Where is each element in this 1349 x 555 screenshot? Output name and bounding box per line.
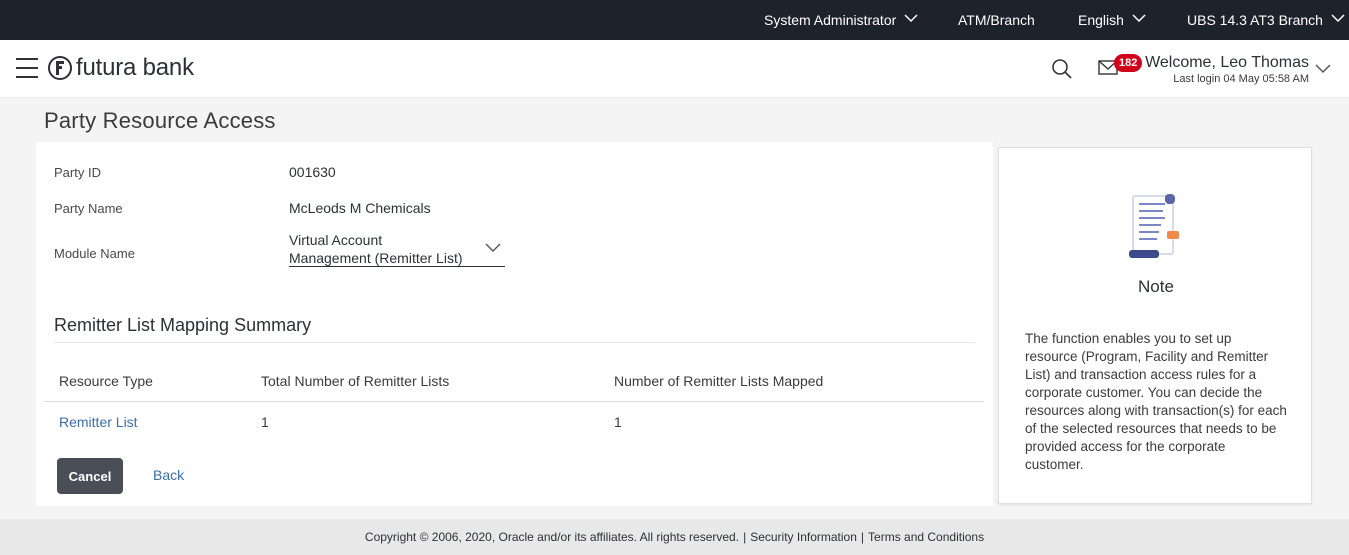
module-name-line2: Management (Remitter List) (289, 250, 463, 266)
search-icon[interactable] (1051, 58, 1073, 80)
separator: | (743, 530, 747, 544)
chevron-down-icon (485, 239, 501, 253)
chevron-down-icon (1331, 13, 1345, 27)
top-bar: System Administrator ATM/Branch English … (0, 0, 1349, 40)
back-link[interactable]: Back (153, 467, 184, 483)
module-name-select[interactable]: Virtual Account Management (Remitter Lis… (289, 231, 505, 267)
page-title: Party Resource Access (44, 108, 276, 133)
chevron-down-icon (904, 13, 918, 27)
footer: Copyright © 2006, 2020, Oracle and/or it… (0, 519, 1349, 555)
divider (54, 342, 975, 343)
module-name-label: Module Name (54, 246, 135, 261)
chevron-down-icon (1132, 13, 1146, 27)
logo[interactable]: futura bank (48, 54, 194, 82)
cancel-button[interactable]: Cancel (57, 458, 123, 494)
role-label: System Administrator (764, 12, 897, 28)
atm-branch-link[interactable]: ATM/Branch (958, 0, 1035, 40)
column-header-resource-type: Resource Type (59, 373, 153, 389)
futura-bank-logo-icon (48, 55, 72, 81)
copyright-text: Copyright © 2006, 2020, Oracle and/or it… (364, 530, 740, 544)
note-title: Note (1138, 277, 1174, 296)
party-name-value: McLeods M Chemicals (289, 200, 431, 216)
branch-label: UBS 14.3 AT3 Branch (1187, 12, 1323, 28)
branch-dropdown[interactable]: UBS 14.3 AT3 Branch (1187, 0, 1345, 40)
column-header-mapped: Number of Remitter Lists Mapped (614, 373, 824, 389)
section-title: Remitter List Mapping Summary (54, 315, 312, 335)
language-label: English (1078, 12, 1124, 28)
main-card: Party ID 001630 Party Name McLeods M Che… (36, 142, 993, 506)
logo-text: futura bank (76, 54, 194, 81)
resource-type-link[interactable]: Remitter List (59, 414, 138, 430)
atm-branch-label: ATM/Branch (958, 12, 1035, 28)
mapped-count: 1 (614, 414, 622, 430)
last-login: Last login 04 May 05:58 AM (1173, 73, 1309, 85)
role-dropdown[interactable]: System Administrator (764, 0, 918, 40)
note-panel: Note The function enables you to set up … (998, 147, 1312, 504)
note-text: The function enables you to set up resou… (1025, 331, 1287, 472)
language-dropdown[interactable]: English (1078, 0, 1146, 40)
notification-badge[interactable]: 182 (1114, 54, 1143, 72)
welcome-text: Welcome, Leo Thomas (1145, 54, 1309, 71)
terms-conditions-link[interactable]: Terms and Conditions (868, 530, 984, 544)
party-id-label: Party ID (54, 165, 101, 180)
divider (44, 401, 984, 402)
total-count: 1 (261, 414, 269, 430)
app-header: futura bank 182 Welcome, Leo Thomas Last… (0, 40, 1349, 98)
party-name-label: Party Name (54, 201, 123, 216)
user-menu-chevron-down-icon[interactable] (1314, 60, 1332, 78)
column-header-total: Total Number of Remitter Lists (261, 373, 450, 389)
menu-icon[interactable] (16, 58, 38, 78)
security-information-link[interactable]: Security Information (750, 530, 857, 544)
document-illustration-icon (1125, 192, 1185, 262)
module-name-line1: Virtual Account (289, 232, 383, 248)
party-id-value: 001630 (289, 164, 336, 180)
separator: | (860, 530, 865, 544)
user-welcome[interactable]: Welcome, Leo Thomas Last login 04 May 05… (1145, 54, 1309, 85)
